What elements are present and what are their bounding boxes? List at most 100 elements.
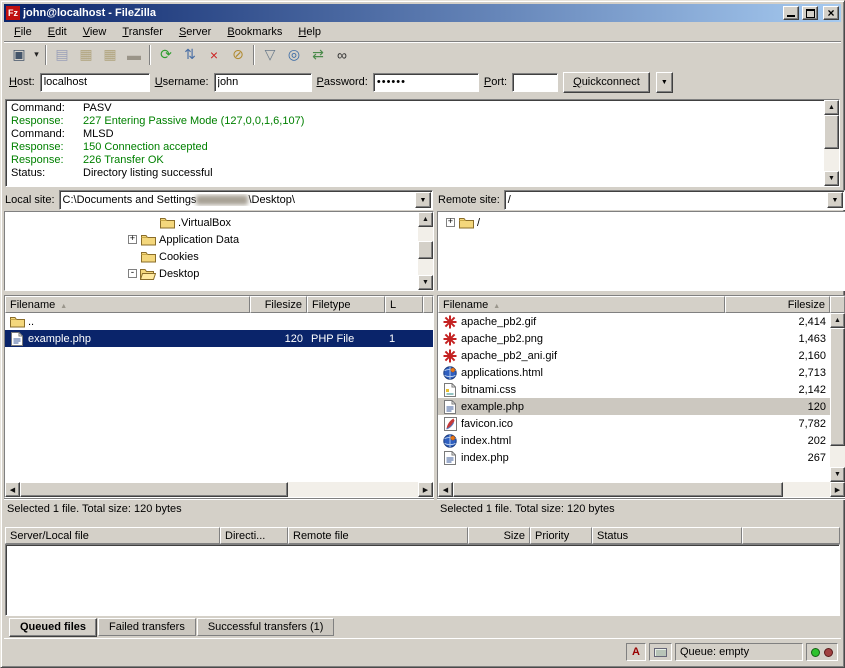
file-row-applications-html[interactable]: applications.html2,713 <box>438 364 830 381</box>
remote-site-dropdown-icon[interactable] <box>827 192 843 208</box>
maximize-button[interactable] <box>802 6 818 20</box>
site-manager-dropdown-icon[interactable] <box>31 44 42 66</box>
menu-bookmarks[interactable]: Bookmarks <box>219 24 290 40</box>
tab-successful-transfers-1[interactable]: Successful transfers (1) <box>197 618 335 636</box>
quickconnect-button[interactable]: Quickconnect <box>563 72 650 93</box>
tree-item-item[interactable]: +/ <box>438 214 845 231</box>
minimize-button[interactable] <box>783 6 799 20</box>
column-header-filesize[interactable]: Filesize <box>725 296 830 313</box>
file-row-favicon-ico[interactable]: favicon.ico7,782 <box>438 415 830 432</box>
scroll-left-icon[interactable] <box>438 482 453 497</box>
local-tree-scrollbar[interactable] <box>418 212 433 290</box>
scrollbar-track[interactable] <box>824 115 839 171</box>
column-header-l[interactable]: L <box>385 296 423 313</box>
site-manager-button[interactable]: ▣ <box>7 44 31 66</box>
expand-icon[interactable]: + <box>446 218 455 227</box>
find-button[interactable]: ∞ <box>330 44 354 66</box>
menu-edit[interactable]: Edit <box>40 24 75 40</box>
tab-queued-files[interactable]: Queued files <box>9 618 97 637</box>
scroll-left-icon[interactable] <box>5 482 20 497</box>
toggle-message-log-button[interactable]: ▤ <box>50 44 74 66</box>
file-row-example-php[interactable]: example.php120 <box>438 398 830 415</box>
column-header-filetype[interactable]: Filetype <box>307 296 385 313</box>
menu-server[interactable]: Server <box>171 24 219 40</box>
remote-list-scrollbar[interactable] <box>830 313 845 482</box>
tree-item-desktop[interactable]: -Desktop <box>5 265 418 282</box>
scrollbar-track[interactable] <box>830 328 845 467</box>
column-header-priority[interactable]: Priority <box>530 527 592 544</box>
file-row-item[interactable]: .. <box>5 313 433 330</box>
local-site-dropdown-icon[interactable] <box>415 192 431 208</box>
scrollbar-track[interactable] <box>20 482 418 497</box>
local-site-path[interactable]: C:\Documents and Settings\Desktop\ <box>60 194 415 206</box>
compare-button[interactable]: ◎ <box>282 44 306 66</box>
file-row-apache-pb2-gif[interactable]: apache_pb2.gif2,414 <box>438 313 830 330</box>
transfer-queue-body[interactable] <box>5 544 840 616</box>
file-row-apache-pb2-ani-gif[interactable]: apache_pb2_ani.gif2,160 <box>438 347 830 364</box>
scrollbar-track[interactable] <box>453 482 830 497</box>
data-type-indicator-icon[interactable]: A <box>626 643 646 661</box>
scrollbar-thumb[interactable] <box>453 482 783 497</box>
expand-icon[interactable]: + <box>128 235 137 244</box>
host-input[interactable] <box>40 73 150 92</box>
scrollbar-thumb[interactable] <box>824 115 839 149</box>
remote-site-path[interactable]: / <box>505 194 827 206</box>
filezilla-logo-icon[interactable]: Fz <box>6 6 20 20</box>
column-header-size[interactable]: Size <box>468 527 530 544</box>
scroll-down-icon[interactable] <box>824 171 839 186</box>
file-row-apache-pb2-png[interactable]: apache_pb2.png1,463 <box>438 330 830 347</box>
column-header-remote-file[interactable]: Remote file <box>288 527 468 544</box>
scrollbar-track[interactable] <box>418 227 433 275</box>
column-header-filesize[interactable]: Filesize <box>250 296 307 313</box>
process-queue-button[interactable]: ⇅ <box>178 44 202 66</box>
close-button[interactable] <box>823 6 839 20</box>
tree-item-virtualbox[interactable]: .VirtualBox <box>5 214 418 231</box>
local-horizontal-scrollbar[interactable] <box>5 482 433 497</box>
file-row-example-php[interactable]: example.php120PHP File1 <box>5 330 433 347</box>
password-input[interactable] <box>373 73 479 92</box>
toggle-local-tree-button[interactable]: ▦ <box>74 44 98 66</box>
scroll-up-icon[interactable] <box>418 212 433 227</box>
scrollbar-thumb[interactable] <box>830 328 845 446</box>
scrollbar-thumb[interactable] <box>20 482 288 497</box>
menu-help[interactable]: Help <box>290 24 329 40</box>
collapse-icon[interactable]: - <box>128 269 137 278</box>
message-log-scrollbar[interactable] <box>824 100 839 186</box>
file-row-index-php[interactable]: index.php267 <box>438 449 830 466</box>
quickconnect-dropdown-button[interactable] <box>656 72 673 93</box>
scroll-up-icon[interactable] <box>830 313 845 328</box>
tree-item-application-data[interactable]: +Application Data <box>5 231 418 248</box>
filter-button[interactable]: ▽ <box>258 44 282 66</box>
menu-view[interactable]: View <box>75 24 115 40</box>
sync-browse-button[interactable]: ⇄ <box>306 44 330 66</box>
scroll-up-icon[interactable] <box>824 100 839 115</box>
column-header-status[interactable]: Status <box>592 527 742 544</box>
menu-transfer[interactable]: Transfer <box>114 24 171 40</box>
scroll-right-icon[interactable] <box>830 482 845 497</box>
menu-file[interactable]: File <box>6 24 40 40</box>
tab-failed-transfers[interactable]: Failed transfers <box>98 618 196 636</box>
scroll-down-icon[interactable] <box>830 467 845 482</box>
port-input[interactable] <box>512 73 558 92</box>
speed-limit-indicator[interactable] <box>649 643 672 661</box>
tree-item-cookies[interactable]: Cookies <box>5 248 418 265</box>
refresh-button[interactable]: ⟳ <box>154 44 178 66</box>
username-input[interactable] <box>214 73 312 92</box>
toggle-queue-button[interactable]: ▬ <box>122 44 146 66</box>
scrollbar-thumb[interactable] <box>418 241 433 259</box>
remote-site-combo[interactable]: / <box>504 190 845 210</box>
column-header-server-local-file[interactable]: Server/Local file <box>5 527 220 544</box>
remote-horizontal-scrollbar[interactable] <box>438 482 845 497</box>
toggle-remote-tree-button[interactable]: ▦ <box>98 44 122 66</box>
local-site-combo[interactable]: C:\Documents and Settings\Desktop\ <box>59 190 433 210</box>
scroll-right-icon[interactable] <box>418 482 433 497</box>
title-bar[interactable]: Fz john@localhost - FileZilla <box>4 4 841 22</box>
file-row-bitnami-css[interactable]: bitnami.css2,142 <box>438 381 830 398</box>
cancel-button[interactable]: × <box>202 44 226 66</box>
column-header-directi[interactable]: Directi... <box>220 527 288 544</box>
column-header-filename[interactable]: Filename <box>5 296 250 313</box>
column-header-filename[interactable]: Filename <box>438 296 725 313</box>
disconnect-button[interactable]: ⊘ <box>226 44 250 66</box>
file-row-index-html[interactable]: index.html202 <box>438 432 830 449</box>
scroll-down-icon[interactable] <box>418 275 433 290</box>
